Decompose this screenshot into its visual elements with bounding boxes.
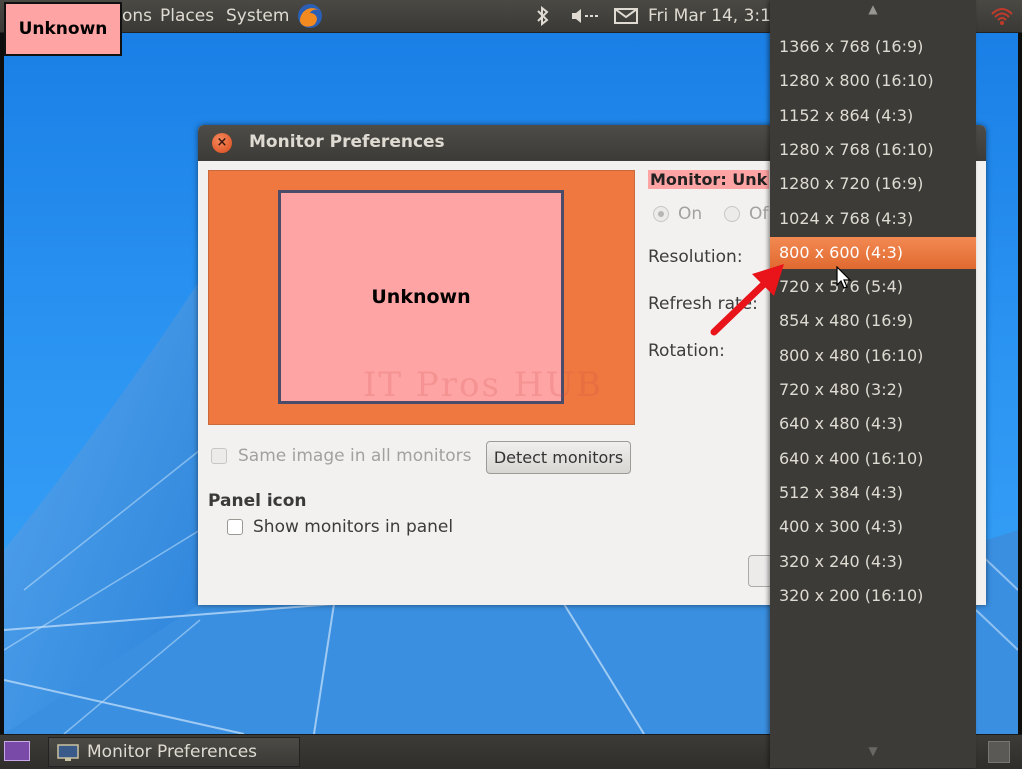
same-image-checkbox[interactable] — [211, 448, 227, 464]
detect-monitors-button[interactable]: Detect monitors — [486, 441, 631, 474]
resolution-option[interactable]: 320 x 200 (16:10) — [770, 580, 976, 612]
resolution-option[interactable]: 512 x 384 (4:3) — [770, 477, 976, 509]
resolution-option[interactable]: 1152 x 864 (4:3) — [770, 100, 976, 132]
menu-scroll-down-icon[interactable]: ▼ — [770, 744, 976, 758]
resolution-option[interactable]: 1024 x 768 (4:3) — [770, 203, 976, 235]
resolution-option[interactable]: 1280 x 720 (16:9) — [770, 168, 976, 200]
mouse-cursor-icon — [836, 266, 852, 289]
monitor-icon — [57, 744, 79, 761]
resolution-option[interactable]: 1366 x 768 (16:9) — [770, 31, 976, 63]
show-desktop-icon[interactable] — [4, 741, 30, 761]
places-menu[interactable]: Places — [160, 6, 214, 26]
taskbar-window-title: Monitor Preferences — [87, 742, 258, 762]
same-image-label: Same image in all monitors — [238, 446, 472, 466]
applications-menu[interactable]: ons — [122, 6, 152, 26]
resolution-option[interactable]: 720 x 480 (3:2) — [770, 374, 976, 406]
trash-icon[interactable] — [988, 741, 1010, 763]
resolution-option[interactable]: 640 x 400 (16:10) — [770, 443, 976, 475]
off-radio[interactable] — [724, 206, 740, 222]
bluetooth-icon[interactable] — [535, 5, 551, 30]
resolution-option[interactable]: 800 x 480 (16:10) — [770, 340, 976, 372]
resolution-option[interactable]: 320 x 240 (4:3) — [770, 546, 976, 578]
on-radio-label: On — [678, 204, 703, 224]
resolution-option[interactable]: 800 x 600 (4:3) — [770, 236, 976, 269]
red-arrow-annotation — [710, 264, 784, 336]
resolution-option[interactable]: 854 x 480 (16:9) — [770, 305, 976, 337]
resolution-option[interactable]: 1280 x 800 (16:10) — [770, 65, 976, 97]
watermark: IT Pros HUB — [363, 365, 604, 405]
menu-scroll-up-icon[interactable]: ▲ — [770, 2, 976, 16]
desktop-right-strip — [976, 32, 1022, 734]
resolution-option[interactable]: 1280 x 768 (16:10) — [770, 134, 976, 166]
resolution-dropdown-menu[interactable]: ▲ 1366 x 768 (16:9) 1280 x 800 (16:10) 115… — [770, 0, 976, 768]
mail-icon[interactable] — [614, 8, 638, 28]
monitor-identify-label: Unknown — [4, 2, 122, 56]
resolution-option[interactable]: 640 x 480 (4:3) — [770, 408, 976, 440]
off-radio-label: Of — [749, 204, 769, 224]
resolution-option[interactable]: 720 x 576 (5:4) — [770, 271, 976, 303]
show-monitors-checkbox[interactable] — [227, 519, 243, 535]
show-monitors-label: Show monitors in panel — [253, 517, 454, 537]
taskbar-window-button[interactable]: Monitor Preferences — [48, 737, 300, 767]
resolution-option[interactable]: 400 x 300 (4:3) — [770, 511, 976, 543]
on-radio[interactable] — [653, 206, 669, 222]
network-icon[interactable] — [990, 6, 1014, 30]
panel-icon-heading: Panel icon — [208, 491, 307, 511]
close-icon[interactable]: × — [212, 133, 232, 153]
firefox-icon[interactable] — [296, 3, 324, 33]
monitor-heading: Monitor: Unk — [648, 170, 770, 189]
clock[interactable]: Fri Mar 14, 3:1 — [648, 6, 771, 26]
volume-icon[interactable] — [570, 6, 600, 30]
system-menu[interactable]: System — [226, 6, 289, 26]
dialog-title: Monitor Preferences — [249, 132, 445, 152]
